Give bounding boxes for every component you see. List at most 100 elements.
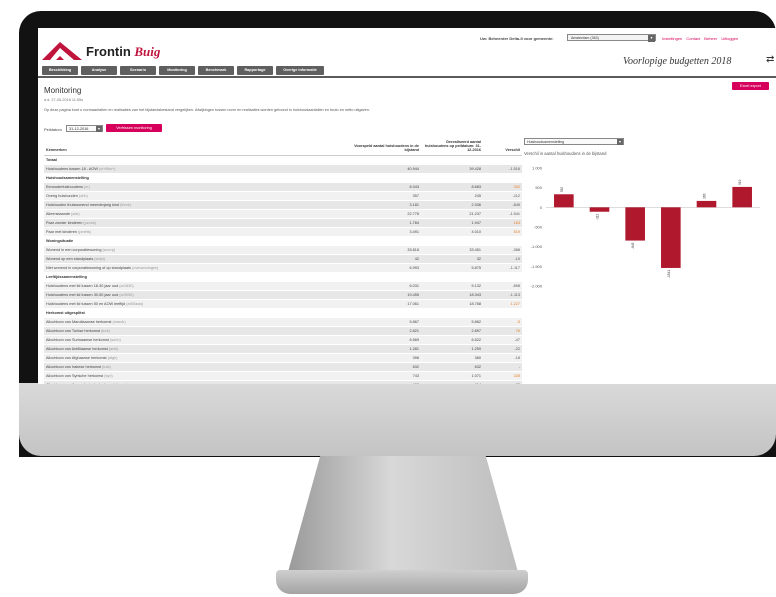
link-contact[interactable]: Contact: [686, 36, 700, 41]
row-gerealiseerd: 414: [424, 381, 481, 384]
tab-rapportage[interactable]: Rapportage: [237, 66, 273, 75]
row-gerealiseerd: 32: [476, 257, 481, 261]
row-label: Allochtoon van Joegoslavische herkomst (…: [46, 381, 127, 384]
page-subtitle: Voorlopige budgetten 2018: [623, 56, 732, 67]
table-group-header: Huishoudsamenstelling: [44, 174, 522, 183]
bar-1[interactable]: [589, 207, 610, 212]
link-uitloggen[interactable]: Uitloggen: [721, 36, 738, 41]
table-row: Huishoudens met lid tussen 50 en AOW lee…: [44, 300, 522, 309]
row-verschil: -845: [512, 203, 520, 207]
row-source-code: (pmetk): [78, 230, 91, 234]
tab-beschikking[interactable]: Beschikking: [42, 66, 78, 75]
y-tick-label: -1.500: [531, 264, 543, 269]
row-verschil: -898: [512, 284, 520, 288]
bar-4[interactable]: [696, 200, 717, 208]
row-verschil: -10: [514, 257, 521, 261]
row-voorspeld: 1.281: [409, 347, 419, 351]
row-voorspeld: 6.993: [409, 266, 419, 270]
row-verschil: -112: [512, 194, 520, 198]
row-label: Niet wonend in corporatiewoning of op st…: [46, 264, 158, 272]
group-label: Leeftijdssamenstelling: [46, 275, 87, 279]
row-label-text: Allochtoon van Marokkaanse herkomst: [46, 320, 112, 324]
table-row: Paar zonder kinderen (pzonk) 1.784 1.947 16…: [44, 219, 522, 228]
row-voorspeld: 492: [344, 381, 419, 384]
table-row: Wonend in een corporatiewoning (wcorp) 33…: [44, 246, 522, 255]
row-source-code: (wcorp): [102, 248, 116, 252]
row-gerealiseerd: 5.875: [471, 266, 481, 270]
gemeente-label: Uw: Beheerder Delta-II voor gemeente:: [480, 36, 554, 41]
y-tick-label: -2.000: [531, 284, 543, 289]
page-description: Op deze pagina kunt u normaantallen en r…: [44, 108, 370, 112]
row-voorspeld: 22.778: [407, 212, 419, 216]
y-tick-label: 0: [540, 205, 543, 210]
bar-3[interactable]: [661, 207, 681, 268]
row-label: Allochtoon van Syrische herkomst (syri): [46, 372, 113, 380]
tab-benchmark[interactable]: Benchmark: [198, 66, 234, 75]
row-label: Allochtoon van Afghaanse herkomst (afgh): [46, 354, 118, 362]
excel-export-button[interactable]: Excel export: [732, 82, 769, 90]
bar-5[interactable]: [732, 186, 752, 208]
tab-analyse[interactable]: Analyse: [81, 66, 117, 75]
row-voorspeld: 40.944: [407, 167, 419, 171]
bar-value-label: -112: [596, 214, 600, 220]
row-gerealiseerd: 245: [474, 194, 481, 198]
page-date: d.d. 27-05-2018 11:55u: [44, 98, 84, 102]
row-label: Huishoudens met lid tussen 30-50 jaar ou…: [46, 291, 134, 299]
tab-overige-informatie[interactable]: Overige informatie: [276, 66, 324, 75]
row-source-code: (joego): [116, 383, 128, 384]
chart-title: Verschil in aantal huishoudens in de bij…: [524, 151, 607, 156]
gemeente-select[interactable]: Amsterdam (363) ▾: [567, 34, 656, 42]
row-label: Allochtoon van Surinaamse herkomst (suri…: [46, 336, 121, 344]
chart-category-select[interactable]: Huishoudsamenstelling ▾: [524, 138, 624, 145]
table-row: Allochtoon van Marokkaanse herkomst (mar…: [44, 318, 522, 327]
row-source-code: (vf+Bbz+): [98, 167, 116, 171]
chart-select-value: Huishoudsamenstelling: [527, 140, 565, 144]
row-label: Alleenstaande (alst): [46, 210, 80, 218]
difference-bar-chart: 1.000 500 0 -500 -1.000 -1.500 -2.000 332 -112 -8…: [531, 166, 760, 289]
row-label-text: Allochtoon van Syrische herkomst: [46, 374, 104, 378]
row-label: Huishoudens met lid tussen 18-30 jaar ou…: [46, 282, 134, 290]
link-beheer[interactable]: Beheer: [704, 36, 717, 41]
monitor-foot: [276, 570, 528, 594]
table-row: Huishoudens met lid tussen 30-50 jaar ou…: [44, 291, 522, 300]
row-gerealiseerd: 39.428: [469, 167, 481, 171]
row-verschil: 519: [513, 230, 520, 234]
row-voorspeld: 357: [412, 194, 419, 198]
table-group-header: Woningsituatie: [44, 237, 522, 246]
row-verschil: -78: [484, 381, 521, 384]
row-voorspeld: 6.031: [409, 284, 419, 288]
row-voorspeld: 632: [412, 365, 419, 369]
row-label-text: Niet wonend in corporatiewoning of op st…: [46, 266, 132, 270]
row-voorspeld: 42: [414, 257, 419, 261]
table-row: Allochtoon van Surinaamse herkomst (suri…: [44, 336, 522, 345]
swap-arrows-icon[interactable]: ⇄: [766, 54, 774, 65]
row-label: Allochtoon van Turkse herkomst (turk): [46, 327, 110, 335]
peildatum-value: 31-12-2016: [69, 127, 89, 131]
row-gerealiseerd: 18.788: [469, 302, 481, 306]
row-voorspeld: 3.181: [409, 203, 419, 207]
row-label: Wonend in een corporatiewoning (wcorp): [46, 246, 115, 254]
table-row: Huishoudens tussen 18 - AOW (vf+Bbz+) 40.…: [44, 165, 522, 174]
row-voorspeld: 6.569: [409, 338, 419, 342]
row-gerealiseerd: 33.451: [469, 248, 481, 252]
peildatum-select[interactable]: 31-12-2016 ▾: [66, 125, 103, 132]
table-group-header: Leeftijdssamenstelling: [44, 273, 522, 282]
bar-0[interactable]: [554, 194, 574, 208]
y-tick-label: -500: [534, 225, 543, 230]
row-gerealiseerd: 1.071: [471, 374, 481, 378]
row-verschil: 76: [515, 329, 520, 333]
row-label: Huishoudens met lid tussen 50 en AOW lee…: [46, 300, 143, 308]
tab-monitoring[interactable]: Monitoring: [159, 66, 195, 75]
bar-2[interactable]: [625, 207, 645, 241]
link-instellingen[interactable]: Instellingen: [662, 36, 682, 41]
tab-scenario[interactable]: Scenario: [120, 66, 156, 75]
row-source-code: (alst): [71, 212, 80, 216]
row-voorspeld: 3.491: [409, 230, 419, 234]
row-source-code: (antil): [108, 347, 119, 351]
header-verschil: Verschil: [505, 148, 520, 152]
row-label-text: Huishoudens tussen 18 - AOW: [46, 167, 98, 171]
refresh-monitoring-button[interactable]: Verfrissen monitoring: [106, 124, 162, 132]
row-verschil: -1.516: [509, 167, 520, 171]
row-label-text: Overig huishouden: [46, 194, 78, 198]
table-row: Alleenstaande (alst) 22.778 21.237 -1.541: [44, 210, 522, 219]
